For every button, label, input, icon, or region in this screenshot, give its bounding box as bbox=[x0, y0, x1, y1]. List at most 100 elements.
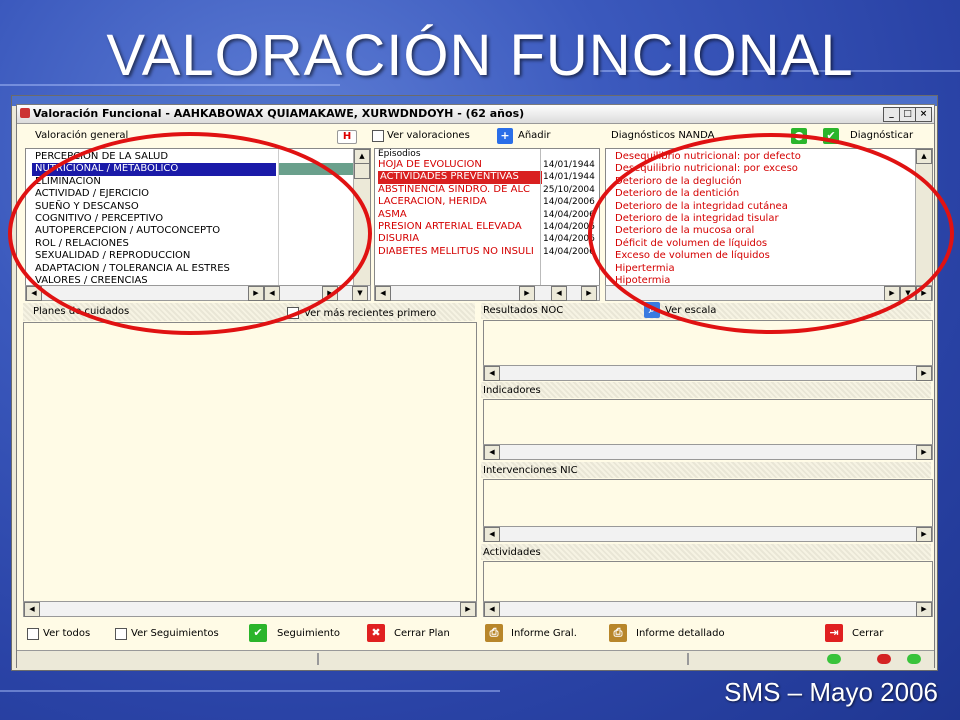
dialog-title: Valoración Funcional - AAHKABOWAX QUIAMA… bbox=[33, 107, 525, 120]
status-bar-divider bbox=[687, 653, 689, 665]
scroll-left-arrow-icon[interactable]: ◀ bbox=[484, 527, 500, 542]
scroll-left-arrow-icon[interactable]: ◀ bbox=[484, 366, 500, 381]
episodio-name: DISURIA bbox=[378, 233, 420, 245]
printer-icon[interactable]: ⎙ bbox=[609, 624, 627, 642]
app-icon bbox=[20, 108, 30, 118]
episodio-name: LACERACION, HERIDA bbox=[378, 196, 487, 208]
ver-valoraciones-checkbox[interactable] bbox=[372, 130, 384, 142]
diagnosticar-button[interactable]: Diagnósticar bbox=[850, 130, 913, 141]
episodio-name: ASMA bbox=[378, 208, 407, 220]
ver-seguimientos-label[interactable]: Ver Seguimientos bbox=[131, 628, 219, 639]
highlight-oval-right bbox=[588, 133, 954, 334]
episodio-date: 14/01/1944 bbox=[543, 160, 595, 170]
informe-detallado-button[interactable]: Informe detallado bbox=[636, 628, 725, 639]
status-green-light-icon bbox=[907, 654, 921, 664]
episodio-row[interactable]: DIABETES MELLITUS NO INSULI 14/04/2006 bbox=[375, 246, 599, 258]
actividades-header-bar bbox=[481, 544, 931, 560]
episodios-list[interactable]: Episodios HOJA DE EVOLUCION 14/01/1944 ACT… bbox=[374, 148, 600, 286]
diagnosticos-header: Diagnósticos NANDA bbox=[611, 130, 715, 141]
episodio-name: ACTIVIDADES PREVENTIVAS bbox=[378, 171, 542, 184]
scroll-left-arrow-icon[interactable]: ◀ bbox=[551, 286, 567, 301]
scroll-right-arrow-icon[interactable]: ▶ bbox=[460, 602, 476, 617]
printer-icon[interactable]: ⎙ bbox=[485, 624, 503, 642]
scroll-right-arrow-icon[interactable]: ▶ bbox=[581, 286, 597, 301]
episodio-row[interactable]: ASMA 14/04/2006 bbox=[375, 209, 599, 221]
status-red-light-icon bbox=[877, 654, 891, 664]
noc-header: Resultados NOC bbox=[483, 305, 564, 316]
x-icon[interactable]: ✖ bbox=[367, 624, 385, 642]
episodio-row[interactable]: DISURIA 14/04/2006 bbox=[375, 233, 599, 245]
episodio-row[interactable]: LACERACION, HERIDA 14/04/2006 bbox=[375, 196, 599, 208]
episodios-hscroll[interactable]: ◀ ▶ ◀ ▶ bbox=[374, 285, 600, 301]
status-bar bbox=[17, 650, 934, 668]
scroll-left-arrow-icon[interactable]: ◀ bbox=[484, 445, 500, 460]
noc-hscroll[interactable]: ◀ ▶ bbox=[483, 365, 933, 381]
dialog-titlebar: Valoración Funcional - AAHKABOWAX QUIAMA… bbox=[17, 105, 934, 124]
episodios-list-items: HOJA DE EVOLUCION 14/01/1944 ACTIVIDADES P… bbox=[375, 159, 599, 258]
ver-todos-label[interactable]: Ver todos bbox=[43, 628, 90, 639]
minimize-button[interactable]: _ bbox=[883, 107, 900, 122]
episodio-date: 25/10/2004 bbox=[543, 184, 595, 195]
episodio-name: ABSTINENCIA SINDRO. DE ALC bbox=[378, 183, 531, 195]
cerrar-plan-button[interactable]: Cerrar Plan bbox=[394, 628, 450, 639]
scroll-up-arrow-icon[interactable]: ▲ bbox=[916, 149, 932, 164]
ver-valoraciones-label[interactable]: Ver valoraciones bbox=[387, 130, 470, 141]
check-icon[interactable]: ✔ bbox=[249, 624, 267, 642]
scroll-right-arrow-icon[interactable]: ▶ bbox=[916, 445, 932, 460]
actividades-list[interactable] bbox=[483, 561, 933, 602]
scroll-up-arrow-icon[interactable]: ▲ bbox=[354, 149, 370, 164]
episodio-date: 14/04/2006 bbox=[543, 246, 595, 257]
nic-list[interactable] bbox=[483, 479, 933, 527]
actividades-hscroll[interactable]: ◀ ▶ bbox=[483, 601, 933, 617]
episodio-date: 14/01/1944 bbox=[543, 172, 595, 183]
episodio-row[interactable]: ABSTINENCIA SINDRO. DE ALC 25/10/2004 bbox=[375, 184, 599, 196]
episodio-name: HOJA DE EVOLUCION bbox=[378, 159, 482, 170]
indicadores-header: Indicadores bbox=[483, 385, 541, 396]
episodio-name: PRESION ARTERIAL ELEVADA bbox=[378, 220, 522, 232]
scroll-right-arrow-icon[interactable]: ▶ bbox=[916, 366, 932, 381]
indicadores-header-bar bbox=[481, 382, 931, 398]
background-streak bbox=[0, 690, 500, 692]
episodio-date: 14/04/2006 bbox=[543, 209, 595, 220]
cerrar-button[interactable]: Cerrar bbox=[852, 628, 883, 639]
ver-recientes-label[interactable]: Ver más recientes primero bbox=[304, 308, 436, 319]
episodios-date-divider bbox=[540, 149, 541, 285]
planes-hscroll[interactable]: ◀ ▶ bbox=[23, 601, 477, 617]
scroll-right-arrow-icon[interactable]: ▶ bbox=[916, 527, 932, 542]
status-bar-divider bbox=[317, 653, 319, 665]
scroll-left-arrow-icon[interactable]: ◀ bbox=[484, 602, 500, 617]
episodio-date: 14/04/2006 bbox=[543, 197, 595, 208]
status-green-light-icon bbox=[827, 654, 841, 664]
add-icon[interactable]: + bbox=[497, 128, 513, 144]
actividades-header: Actividades bbox=[483, 547, 541, 558]
scroll-left-arrow-icon[interactable]: ◀ bbox=[24, 602, 40, 617]
slide-footer: SMS – Mayo 2006 bbox=[724, 677, 938, 707]
episodio-row[interactable]: PRESION ARTERIAL ELEVADA 14/04/2006 bbox=[375, 221, 599, 233]
ver-todos-checkbox[interactable] bbox=[27, 628, 39, 640]
slide-title: VALORACIÓN FUNCIONAL bbox=[106, 23, 854, 88]
scroll-right-arrow-icon[interactable]: ▶ bbox=[916, 602, 932, 617]
seguimiento-button[interactable]: Seguimiento bbox=[277, 628, 340, 639]
scroll-thumb[interactable] bbox=[354, 163, 370, 179]
indicadores-list[interactable] bbox=[483, 399, 933, 445]
h-icon[interactable]: H bbox=[337, 130, 357, 144]
anadir-button[interactable]: Añadir bbox=[518, 130, 551, 141]
valoracion-header: Valoración general bbox=[35, 130, 129, 141]
nic-header: Intervenciones NIC bbox=[483, 465, 578, 476]
nic-hscroll[interactable]: ◀ ▶ bbox=[483, 526, 933, 542]
highlight-oval-left bbox=[8, 132, 372, 335]
scroll-down-arrow-icon[interactable]: ▼ bbox=[352, 286, 368, 301]
episodio-name: DIABETES MELLITUS NO INSULI bbox=[378, 245, 534, 257]
informe-gral-button[interactable]: Informe Gral. bbox=[511, 628, 577, 639]
maximize-button[interactable]: □ bbox=[899, 107, 916, 122]
episodio-row[interactable]: HOJA DE EVOLUCION 14/01/1944 bbox=[375, 159, 599, 171]
scroll-right-arrow-icon[interactable]: ▶ bbox=[519, 286, 535, 301]
close-button[interactable]: × bbox=[915, 107, 932, 122]
exit-door-icon[interactable]: ⇥ bbox=[825, 624, 843, 642]
scroll-left-arrow-icon[interactable]: ◀ bbox=[375, 286, 391, 301]
episodios-header: Episodios bbox=[378, 149, 421, 159]
episodio-row[interactable]: ACTIVIDADES PREVENTIVAS 14/01/1944 bbox=[375, 171, 599, 184]
indicadores-hscroll[interactable]: ◀ ▶ bbox=[483, 444, 933, 460]
planes-list[interactable] bbox=[23, 322, 477, 602]
ver-seguimientos-checkbox[interactable] bbox=[115, 628, 127, 640]
